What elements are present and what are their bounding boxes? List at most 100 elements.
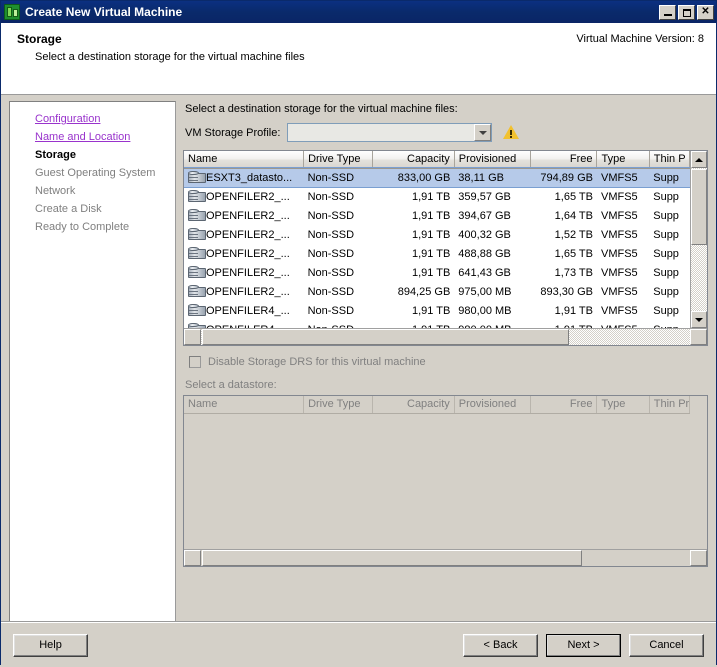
cell-free: 893,30 GB bbox=[540, 285, 593, 298]
column-header-thin-provisioning[interactable]: Thin P bbox=[649, 151, 690, 169]
cell-drive-type: Non-SSD bbox=[307, 247, 355, 260]
table-row[interactable]: ESXT3_datasto... Non-SSD 833,00 GB 38,11 GB… bbox=[184, 167, 690, 188]
cell-capacity: 1,91 TB bbox=[373, 320, 454, 329]
disable-storage-drs-row[interactable]: Disable Storage DRS for this virtual mac… bbox=[189, 356, 708, 368]
datastore-table-header-row: Name Drive Type Capacity Provisioned Fre… bbox=[184, 151, 690, 169]
disable-storage-drs-checkbox[interactable] bbox=[189, 356, 201, 368]
sidebar-item-network: Network bbox=[35, 185, 76, 197]
horizontal-scroll-thumb[interactable] bbox=[202, 329, 569, 345]
window-controls: ✕ bbox=[659, 4, 714, 20]
vm-storage-profile-select[interactable] bbox=[287, 123, 493, 142]
help-button[interactable]: Help bbox=[13, 633, 88, 657]
cell-free: 1,64 TB bbox=[554, 209, 593, 222]
cell-thin-provisioning: Supp bbox=[653, 209, 679, 222]
close-button[interactable]: ✕ bbox=[697, 4, 714, 20]
cell-free: 1,91 TB bbox=[531, 320, 597, 329]
cell-drive-type: Non-SSD bbox=[303, 168, 373, 187]
cell-capacity: 1,91 TB bbox=[411, 209, 451, 222]
cell-drive-type: Non-SSD bbox=[307, 190, 355, 203]
vm-storage-profile-value bbox=[288, 124, 474, 141]
datastore-name-label: OPENFILER2_... bbox=[206, 285, 290, 298]
vertical-scroll-thumb[interactable] bbox=[691, 169, 707, 245]
datastore-horizontal-scrollbar[interactable] bbox=[184, 328, 707, 345]
column-header-name[interactable]: Name bbox=[184, 151, 305, 169]
table-row[interactable]: OPENFILER4_...Non-SSD1,91 TB980,00 MB1,9… bbox=[184, 320, 690, 328]
window-title: Create New Virtual Machine bbox=[25, 5, 183, 19]
cell-type: VMFS5 bbox=[600, 190, 638, 203]
scroll-down-button[interactable] bbox=[691, 311, 707, 328]
cell-type: VMFS5 bbox=[596, 168, 650, 187]
cell-free: 1,65 TB bbox=[554, 247, 593, 260]
table-row[interactable]: OPENFILER2_... Non-SSD 1,91 TB 641,43 GB 1,7… bbox=[184, 263, 690, 282]
minimize-button[interactable] bbox=[659, 4, 676, 20]
table-row[interactable]: OPENFILER2_... Non-SSD 1,91 TB 359,57 GB 1,6… bbox=[184, 187, 690, 206]
sidebar-item-name-and-location[interactable]: Name and Location bbox=[10, 128, 175, 146]
cell-drive-type: Non-SSD bbox=[307, 266, 355, 279]
sidebar-item-ready-to-complete: Ready to Complete bbox=[35, 221, 130, 233]
cell-type: VMFS5 bbox=[600, 285, 638, 298]
cluster-horizontal-scrollbar[interactable] bbox=[184, 549, 707, 566]
storage-pane: Select a destination storage for the vir… bbox=[183, 101, 708, 622]
cell-drive-type: Non-SSD bbox=[304, 320, 373, 329]
sidebar-item-configuration[interactable]: Configuration bbox=[10, 110, 175, 128]
cluster-scroll-right-button[interactable] bbox=[690, 550, 707, 566]
cluster-scroll-left-button[interactable] bbox=[184, 550, 201, 566]
datastore-icon bbox=[188, 304, 206, 317]
select-datastore-instruction: Select a datastore: bbox=[185, 379, 277, 391]
datastore-cluster-table: Name Drive Type Capacity Provisioned Fre… bbox=[183, 395, 708, 567]
next-button[interactable]: Next > bbox=[546, 633, 621, 657]
back-button[interactable]: < Back bbox=[463, 633, 538, 657]
cell-free: 1,73 TB bbox=[554, 266, 593, 279]
cell-drive-type: Non-SSD bbox=[307, 228, 355, 241]
column-header-capacity[interactable]: Capacity bbox=[372, 151, 455, 169]
maximize-button[interactable] bbox=[678, 4, 695, 20]
window-titlebar: Create New Virtual Machine ✕ bbox=[1, 1, 716, 23]
sidebar-item-create-a-disk: Create a Disk bbox=[35, 203, 102, 215]
page-header: Storage Select a destination storage for… bbox=[1, 23, 716, 95]
cell-name: OPENFILER4_... bbox=[184, 320, 304, 328]
column-header-free[interactable]: Free bbox=[530, 151, 598, 169]
cell-free: 1,65 TB bbox=[554, 190, 593, 203]
table-row[interactable]: OPENFILER2_... Non-SSD 1,91 TB 400,32 GB 1,5… bbox=[184, 225, 690, 244]
cell-provisioned: 400,32 GB bbox=[458, 228, 511, 241]
datastore-table-viewport: Name Drive Type Capacity Provisioned Fre… bbox=[184, 151, 690, 328]
cluster-horizontal-scroll-thumb[interactable] bbox=[202, 550, 582, 566]
disable-storage-drs-label: Disable Storage DRS for this virtual mac… bbox=[208, 356, 426, 368]
column-header-type[interactable]: Type bbox=[596, 151, 650, 169]
cell-provisioned: 641,43 GB bbox=[458, 266, 511, 279]
warning-triangle-icon bbox=[503, 125, 520, 140]
cluster-column-header-capacity: Capacity bbox=[372, 396, 455, 414]
table-row[interactable]: OPENFILER2_... Non-SSD 894,25 GB 975,00 MB 8… bbox=[184, 282, 690, 301]
scroll-up-button[interactable] bbox=[691, 151, 707, 168]
datastore-table[interactable]: Name Drive Type Capacity Provisioned Fre… bbox=[183, 150, 708, 346]
table-row[interactable]: OPENFILER2_... Non-SSD 1,91 TB 394,67 GB 1,6… bbox=[184, 206, 690, 225]
chevron-down-icon[interactable] bbox=[474, 124, 492, 141]
cell-capacity: 1,91 TB bbox=[411, 228, 451, 241]
datastore-name-label: OPENFILER2_... bbox=[206, 190, 290, 203]
datastore-icon bbox=[188, 190, 206, 203]
column-header-drive-type[interactable]: Drive Type bbox=[303, 151, 374, 169]
cancel-button[interactable]: Cancel bbox=[629, 633, 704, 657]
datastore-cluster-grid: Name Drive Type Capacity Provisioned Fre… bbox=[184, 396, 690, 414]
cell-drive-type: Non-SSD bbox=[307, 304, 355, 317]
table-row[interactable]: OPENFILER2_... Non-SSD 1,91 TB 488,88 GB 1,6… bbox=[184, 244, 690, 263]
table-row[interactable]: OPENFILER4_...Non-SSD1,91 TB980,00 MB1,9… bbox=[184, 301, 690, 320]
datastore-grid: Name Drive Type Capacity Provisioned Fre… bbox=[184, 151, 690, 328]
column-header-provisioned[interactable]: Provisioned bbox=[454, 151, 532, 169]
scroll-right-button[interactable] bbox=[690, 329, 707, 345]
cell-free: 1,91 TB bbox=[554, 304, 593, 317]
cell-type: VMFS5 bbox=[600, 228, 638, 241]
wizard-footer: Help < Back Next > Cancel bbox=[1, 621, 716, 667]
cell-name: ESXT3_datasto... bbox=[184, 168, 304, 187]
cell-name: OPENFILER4_... bbox=[184, 301, 304, 320]
sidebar-item-storage[interactable]: Storage bbox=[10, 146, 175, 164]
cluster-column-header-name: Name bbox=[184, 396, 305, 414]
cluster-column-header-free: Free bbox=[530, 396, 598, 414]
datastore-vertical-scrollbar[interactable] bbox=[690, 151, 707, 328]
cell-provisioned: 359,57 GB bbox=[458, 190, 511, 203]
cell-provisioned: 38,11 GB bbox=[454, 168, 531, 187]
datastore-icon bbox=[188, 285, 206, 298]
cell-thin-provisioning: Supp bbox=[653, 304, 679, 317]
cell-capacity: 1,91 TB bbox=[411, 266, 451, 279]
scroll-left-button[interactable] bbox=[184, 329, 201, 345]
